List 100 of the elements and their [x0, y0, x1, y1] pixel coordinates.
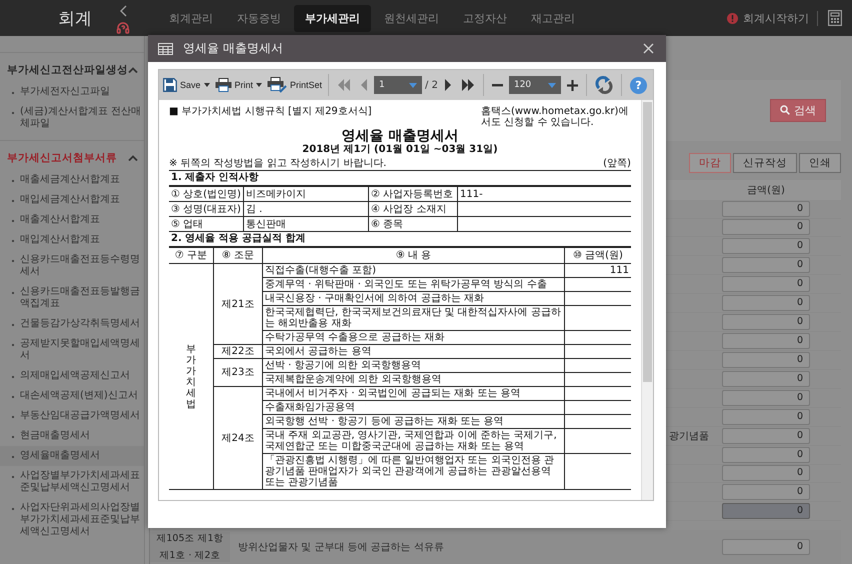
action-button[interactable]: 신규작성	[733, 152, 797, 173]
zoom-in-icon[interactable]	[566, 80, 578, 90]
chevron-left-icon[interactable]	[119, 5, 127, 17]
headset-help-icon[interactable]	[116, 21, 130, 35]
amount-field[interactable]: 0	[722, 465, 810, 482]
section-heading: 1. 제출자 인적사항	[170, 171, 260, 185]
table-cell: 김 .	[244, 202, 368, 216]
sidebar-item[interactable]: 부동산임대공급가액명세서	[0, 406, 144, 426]
help-button[interactable]: ?	[630, 76, 647, 94]
sidebar-item[interactable]: 의제매입세액공제신고서	[0, 366, 144, 386]
amount-field[interactable]: 0	[722, 238, 810, 254]
sidebar-item[interactable]: 공제받지못할매입세액명세서	[0, 334, 144, 366]
table-cell: ⑤ 업태	[169, 216, 244, 232]
amount-field[interactable]: 0	[722, 446, 810, 463]
amount-field[interactable]: 0	[722, 276, 810, 292]
column-header: ⑧ 조문	[214, 247, 262, 264]
page-total: / 2	[425, 80, 438, 90]
form-reference: ■ 부가가치세법 시행규칙 [별지 제29호서식]	[169, 106, 372, 117]
amount-field[interactable]: 0	[722, 539, 810, 556]
zoom-out-icon[interactable]	[492, 84, 503, 86]
action-button[interactable]: 마감	[689, 152, 731, 173]
sidebar-item[interactable]: 건물등감가상각취득명세서	[0, 314, 144, 334]
document-period: 2018년 제1기 (01월 01일 ~03월 31일)	[301, 144, 499, 156]
zoom-field[interactable]: 120	[508, 76, 561, 94]
save-button[interactable]: Save	[162, 78, 211, 92]
table-cell: 통신판매	[244, 216, 368, 232]
table-cell: 비즈메카이지	[244, 186, 368, 202]
page-number-field[interactable]: 1	[374, 76, 422, 94]
amount-field[interactable]: 0	[722, 257, 810, 274]
amount-field[interactable]: 0	[722, 314, 810, 330]
section-heading: 2. 영세율 적용 공급실적 합계	[170, 232, 307, 246]
nav-tab[interactable]: 원천세관리	[373, 4, 450, 32]
amount-field[interactable]: 0	[722, 352, 810, 368]
table-cell: 제21조	[214, 264, 262, 344]
amount-field[interactable]: 0	[722, 333, 810, 350]
sidebar-item[interactable]: 현금매출명세서	[0, 426, 144, 446]
nav-tab[interactable]: 고정자산	[452, 4, 518, 32]
sidebar-item[interactable]: 매출세금계산서합계표	[0, 170, 144, 190]
table-cell-text: 방위산업물자 및 군부대 등에 공급하는 석유류	[237, 541, 445, 554]
print-settings-button[interactable]: PrintSet	[266, 77, 324, 93]
nav-tab[interactable]: 부가세관리	[294, 4, 371, 32]
table-icon	[158, 42, 173, 54]
calculator-icon[interactable]	[828, 10, 842, 26]
table-cell: 국내 주재 외교공관, 영사기관, 국제연합과 이에 준하는 국제기구, 국제연합군 또는 미합중국군대에 공급하는 재화 또는 용역	[262, 428, 564, 454]
table-cell: ③ 성명(대표자)	[169, 202, 244, 216]
dialog-title: 영세율 매출명세서	[183, 40, 283, 57]
table-cell: 제1호 · 제2호	[159, 549, 221, 562]
table-cell: 「관광진흥법 시행령」에 따른 일반여행업자 또는 외국인전용 관광기념품 판매업자가 외국인 관광객에게 공급하는 관광알선용역 또는 관광기념품	[262, 454, 564, 490]
table-cell: ① 상호(법인명)	[169, 186, 244, 202]
next-page-icon[interactable]	[444, 79, 452, 91]
amount-field[interactable]: 0	[722, 219, 810, 236]
nav-tab[interactable]: 회계관리	[158, 4, 224, 32]
refresh-icon[interactable]	[594, 76, 613, 94]
action-button[interactable]: 인쇄	[799, 152, 841, 173]
document-scrollbar[interactable]	[640, 100, 653, 500]
search-button[interactable]: 검색	[770, 98, 826, 122]
amount-field[interactable]: 0	[722, 295, 810, 312]
caret-down-icon	[409, 82, 418, 88]
table-cell: 내국신용장 · 구매확인서에 의하여 공급하는 재화	[262, 292, 564, 306]
table-cell: 광기념품	[669, 430, 709, 442]
amount-field[interactable]: 0	[722, 200, 810, 217]
page-side-label: (앞쪽)	[603, 158, 631, 170]
sidebar-item[interactable]: (세금)계산서합계표 전산매체파일	[0, 102, 144, 134]
sidebar-item[interactable]: 신용카드매출전표등발행금액집계표	[0, 282, 144, 314]
start-accounting-link[interactable]: 회계시작하기	[743, 10, 818, 26]
table-cell: 제23조	[214, 358, 262, 386]
sidebar-item[interactable]: 대손세액공제(변제)신고서	[0, 386, 144, 406]
printer-icon	[214, 78, 232, 92]
print-button[interactable]: Print	[214, 78, 264, 92]
sidebar-item[interactable]: 영세율매출명세서	[0, 446, 144, 466]
sidebar-item[interactable]: 사업장별부가가치세과세표준및납부세액신고명세서	[0, 466, 144, 498]
nav-tab[interactable]: 재고관리	[520, 4, 586, 32]
table-cell: 111	[564, 264, 631, 278]
sidebar-item[interactable]: 매입계산서합계표	[0, 230, 144, 250]
search-icon	[780, 105, 790, 116]
amount-field[interactable]: 0	[722, 370, 810, 387]
amount-field[interactable]: 0	[722, 428, 810, 444]
table-cell: 국외에서 공급하는 용역	[262, 344, 564, 358]
sidebar-item[interactable]: 사업자단위과세의사업장별부가가치세과세표준및납부세액신고명세서	[0, 498, 144, 542]
sidebar-item[interactable]: 매출계산서합계표	[0, 210, 144, 230]
amount-field[interactable]: 0	[722, 503, 810, 520]
caret-up-icon[interactable]	[128, 155, 138, 161]
caret-up-icon[interactable]	[128, 67, 138, 73]
last-page-icon[interactable]	[460, 79, 475, 91]
table-cell: ④ 사업장 소재지	[368, 202, 458, 216]
amount-field[interactable]: 0	[722, 484, 810, 500]
table-cell: 제22조	[214, 344, 262, 358]
amount-field[interactable]: 0	[722, 390, 810, 406]
sidebar-section-title[interactable]: 부가세신고전산파일생성	[7, 63, 128, 77]
table-cell: 외국항행 선박 · 항공기 등에 공급하는 재화 또는 용역	[262, 414, 564, 428]
nav-tab[interactable]: 자동증빙	[226, 4, 292, 32]
alert-icon	[727, 12, 738, 24]
amount-field[interactable]: 0	[722, 408, 810, 425]
table-cell: 선박 · 항공기에 의한 외국항행용역	[262, 358, 564, 372]
sidebar-section-title[interactable]: 부가세신고서첨부서류	[7, 151, 117, 165]
sidebar-item[interactable]: 부가세전자신고파일	[0, 82, 144, 102]
sidebar-item[interactable]: 매입세금계산서합계표	[0, 190, 144, 210]
close-icon[interactable]	[643, 43, 654, 54]
table-cell: 국제복합운송계약에 의한 외국항행용역	[262, 372, 564, 386]
sidebar-item[interactable]: 신용카드매출전표등수령명세서	[0, 250, 144, 282]
